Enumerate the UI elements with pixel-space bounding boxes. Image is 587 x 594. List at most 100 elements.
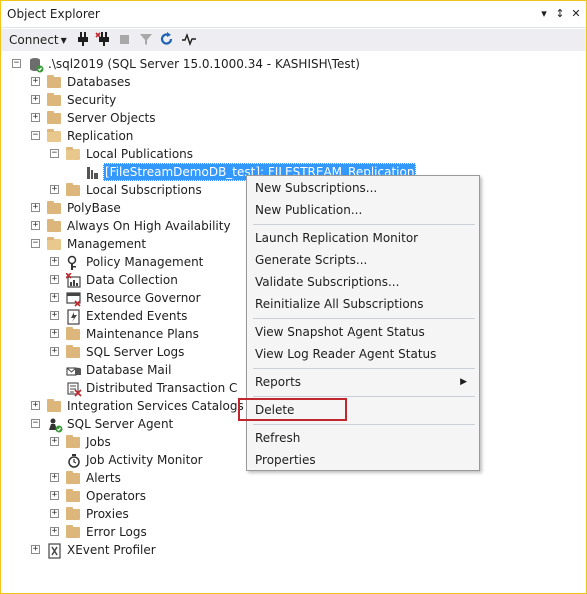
collapse-icon[interactable]: − bbox=[31, 419, 40, 428]
local-subscriptions-label: Local Subscriptions bbox=[86, 183, 202, 197]
maintenance-plans-label: Maintenance Plans bbox=[86, 327, 199, 341]
operators-label: Operators bbox=[86, 489, 146, 503]
folder-icon bbox=[66, 327, 80, 340]
expand-icon[interactable]: + bbox=[50, 293, 59, 302]
sql-server-agent-label: SQL Server Agent bbox=[67, 417, 174, 431]
sql-agent-icon bbox=[47, 417, 63, 433]
collapse-icon[interactable]: − bbox=[12, 59, 21, 68]
job-activity-monitor-icon bbox=[66, 453, 82, 468]
tree-node-server[interactable]: − .\sql2019 (SQL Server 15.0.1000.34 - K… bbox=[1, 55, 401, 73]
integration-services-label: Integration Services Catalogs bbox=[67, 399, 244, 413]
menu-item-reports[interactable]: Reports ▶ bbox=[255, 372, 475, 392]
folder-open-icon bbox=[47, 129, 61, 142]
expand-icon[interactable]: + bbox=[50, 257, 59, 266]
title-bar: Object Explorer ▾ ↕ ✕ bbox=[1, 1, 586, 28]
dtc-icon bbox=[66, 381, 82, 397]
management-label: Management bbox=[67, 237, 147, 251]
tree-node-operators[interactable]: + Operators bbox=[1, 487, 301, 505]
tree-node-databases[interactable]: + Databases bbox=[1, 73, 301, 91]
expand-icon[interactable]: + bbox=[50, 347, 59, 356]
xevent-profiler-label: XEvent Profiler bbox=[67, 543, 156, 557]
expand-icon[interactable]: + bbox=[31, 203, 40, 212]
expand-icon[interactable]: + bbox=[31, 95, 40, 104]
expand-icon[interactable]: + bbox=[31, 401, 40, 410]
connect-plug-icon[interactable] bbox=[75, 31, 91, 49]
menu-separator bbox=[253, 368, 475, 369]
expand-icon[interactable]: + bbox=[31, 113, 40, 122]
jobs-label: Jobs bbox=[86, 435, 111, 449]
folder-icon bbox=[66, 507, 80, 520]
job-activity-monitor-label: Job Activity Monitor bbox=[86, 453, 203, 467]
chevron-right-icon: ▶ bbox=[460, 377, 467, 387]
folder-icon bbox=[66, 471, 80, 484]
activity-monitor-icon[interactable] bbox=[181, 31, 197, 49]
data-collection-label: Data Collection bbox=[86, 273, 178, 287]
always-on-label: Always On High Availability bbox=[67, 219, 231, 233]
xevent-profiler-icon bbox=[47, 543, 63, 559]
menu-item-new-publication[interactable]: New Publication... bbox=[255, 200, 362, 220]
connect-button[interactable]: Connect ▼ bbox=[9, 31, 67, 49]
dropdown-icon[interactable]: ▾ bbox=[537, 6, 551, 22]
expand-icon[interactable]: + bbox=[50, 491, 59, 500]
publication-icon bbox=[85, 165, 101, 179]
expand-icon[interactable]: + bbox=[50, 329, 59, 338]
filter-icon[interactable] bbox=[138, 31, 154, 49]
data-collection-icon bbox=[65, 272, 82, 288]
expand-icon[interactable]: + bbox=[31, 545, 40, 554]
expand-icon[interactable]: + bbox=[31, 221, 40, 230]
expand-icon[interactable]: + bbox=[50, 311, 59, 320]
expand-icon[interactable]: + bbox=[50, 509, 59, 518]
menu-item-view-snapshot-agent[interactable]: View Snapshot Agent Status bbox=[255, 322, 425, 342]
folder-icon bbox=[66, 345, 80, 358]
connect-label: Connect bbox=[9, 33, 59, 47]
tree-node-alerts[interactable]: + Alerts bbox=[1, 469, 301, 487]
menu-separator bbox=[253, 424, 475, 425]
alerts-label: Alerts bbox=[86, 471, 121, 485]
stop-icon[interactable] bbox=[117, 31, 133, 49]
menu-item-validate-subscriptions[interactable]: Validate Subscriptions... bbox=[255, 272, 399, 292]
menu-item-refresh[interactable]: Refresh bbox=[255, 428, 300, 448]
chevron-down-icon: ▼ bbox=[60, 36, 67, 45]
menu-item-generate-scripts[interactable]: Generate Scripts... bbox=[255, 250, 367, 270]
menu-gutter bbox=[247, 176, 251, 470]
collapse-icon[interactable]: − bbox=[50, 149, 59, 158]
refresh-icon[interactable] bbox=[159, 31, 175, 49]
expand-icon[interactable]: + bbox=[50, 527, 59, 536]
extended-events-icon bbox=[66, 309, 82, 325]
database-mail-label: Database Mail bbox=[86, 363, 172, 377]
tree-node-error-logs[interactable]: + Error Logs bbox=[1, 523, 301, 541]
close-icon[interactable]: ✕ bbox=[569, 6, 583, 22]
tree-node-replication[interactable]: − Replication bbox=[1, 127, 301, 145]
menu-item-properties[interactable]: Properties bbox=[255, 450, 316, 470]
sql-server-logs-label: SQL Server Logs bbox=[86, 345, 185, 359]
tree-node-proxies[interactable]: + Proxies bbox=[1, 505, 301, 523]
toolbar: Connect ▼ bbox=[1, 29, 586, 51]
tree-node-local-publications[interactable]: − Local Publications bbox=[1, 145, 301, 163]
folder-icon bbox=[66, 435, 80, 448]
folder-icon bbox=[47, 399, 61, 412]
expand-icon[interactable]: + bbox=[50, 275, 59, 284]
expand-icon[interactable]: + bbox=[31, 77, 40, 86]
menu-separator bbox=[253, 318, 475, 319]
folder-icon bbox=[47, 111, 61, 124]
polybase-label: PolyBase bbox=[67, 201, 121, 215]
collapse-icon[interactable]: − bbox=[31, 239, 40, 248]
menu-item-reinitialize-all[interactable]: Reinitialize All Subscriptions bbox=[255, 294, 424, 314]
pin-icon[interactable]: ↕ bbox=[553, 6, 567, 22]
expand-icon[interactable]: + bbox=[50, 473, 59, 482]
extended-events-label: Extended Events bbox=[86, 309, 188, 323]
expand-icon[interactable]: + bbox=[50, 185, 59, 194]
menu-separator bbox=[253, 396, 475, 397]
menu-item-launch-replication-monitor[interactable]: Launch Replication Monitor bbox=[255, 228, 418, 248]
folder-icon bbox=[66, 489, 80, 502]
proxies-label: Proxies bbox=[86, 507, 129, 521]
menu-item-view-log-reader-agent[interactable]: View Log Reader Agent Status bbox=[255, 344, 436, 364]
disconnect-plug-icon[interactable] bbox=[95, 31, 111, 49]
local-publications-label: Local Publications bbox=[86, 147, 194, 161]
menu-item-new-subscriptions[interactable]: New Subscriptions... bbox=[255, 178, 377, 198]
tree-node-security[interactable]: + Security bbox=[1, 91, 301, 109]
expand-icon[interactable]: + bbox=[50, 437, 59, 446]
tree-node-server-objects[interactable]: + Server Objects bbox=[1, 109, 301, 127]
collapse-icon[interactable]: − bbox=[31, 131, 40, 140]
tree-node-xevent-profiler[interactable]: + XEvent Profiler bbox=[1, 541, 301, 559]
